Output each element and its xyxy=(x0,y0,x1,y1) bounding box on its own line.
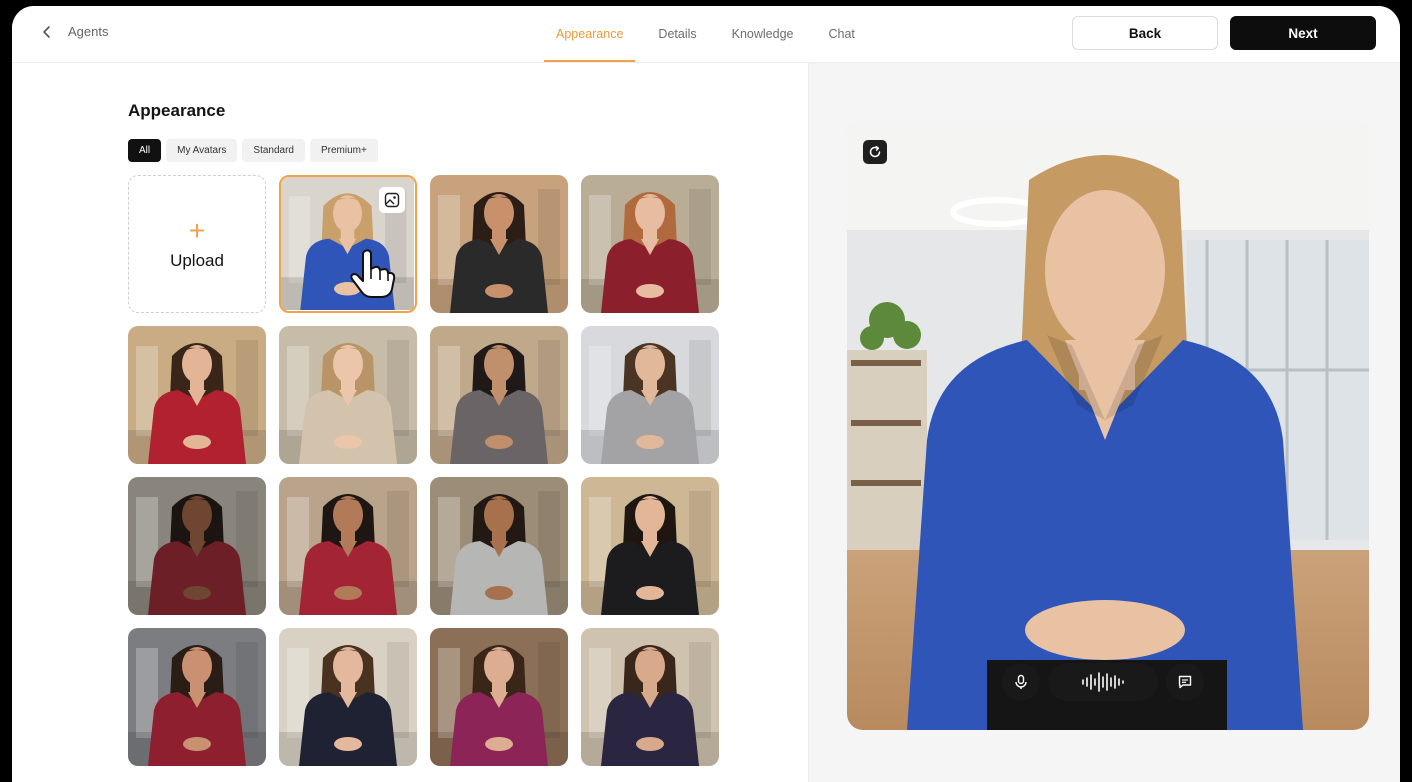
avatar-thumbnail xyxy=(581,628,719,766)
refresh-button[interactable] xyxy=(863,140,887,164)
section-title: Appearance xyxy=(128,101,226,120)
avatar-preview xyxy=(847,120,1369,730)
avatar-thumbnail xyxy=(128,628,266,766)
avatar-tile[interactable] xyxy=(581,175,719,313)
next-button[interactable]: Next xyxy=(1230,16,1376,50)
appearance-panel: Appearance All My Avatars Standard Premi… xyxy=(12,63,809,782)
tab-knowledge[interactable]: Knowledge xyxy=(720,6,806,62)
hand-pointer-icon xyxy=(350,249,396,298)
avatar-thumbnail xyxy=(279,477,417,615)
avatar-tile[interactable] xyxy=(128,628,266,766)
avatar-thumbnail xyxy=(581,326,719,464)
tab-appearance[interactable]: Appearance xyxy=(544,6,636,62)
tab-details[interactable]: Details xyxy=(646,6,708,62)
filter-my-avatars[interactable]: My Avatars xyxy=(166,139,238,162)
avatar-thumbnail xyxy=(430,175,568,313)
avatar-thumbnail xyxy=(279,628,417,766)
upload-label: Upload xyxy=(170,251,224,270)
avatar-tile[interactable] xyxy=(279,175,417,313)
avatar-tile[interactable] xyxy=(279,326,417,464)
microphone-icon xyxy=(1015,674,1027,689)
microphone-button[interactable] xyxy=(1002,663,1040,701)
avatar-thumbnail xyxy=(581,175,719,313)
voice-controls xyxy=(1002,663,1204,701)
filter-standard[interactable]: Standard xyxy=(242,139,305,162)
tab-chat[interactable]: Chat xyxy=(817,6,867,62)
avatar-tile[interactable] xyxy=(128,477,266,615)
refresh-icon xyxy=(869,145,881,158)
avatar-thumbnail xyxy=(279,326,417,464)
chat-bubble-icon xyxy=(1178,675,1192,689)
chat-button[interactable] xyxy=(1166,663,1204,701)
filter-chips: All My Avatars Standard Premium+ xyxy=(128,139,378,162)
avatar-thumbnail xyxy=(430,326,568,464)
avatar-tile[interactable] xyxy=(279,628,417,766)
chevron-left-icon xyxy=(43,25,50,38)
back-to-agents-link[interactable]: Agents xyxy=(40,24,108,39)
upload-avatar-button[interactable]: + Upload xyxy=(128,175,266,313)
filter-premium[interactable]: Premium+ xyxy=(310,139,378,162)
avatar-preview-image xyxy=(847,120,1369,730)
wizard-tabs: Appearance Details Knowledge Chat xyxy=(544,6,878,62)
back-link-label: Agents xyxy=(68,24,109,39)
voice-wave-button[interactable] xyxy=(1048,663,1158,701)
avatar-thumbnail xyxy=(128,326,266,464)
filter-all[interactable]: All xyxy=(128,139,162,162)
app-window: Agents Appearance Details Knowledge Chat… xyxy=(12,6,1400,782)
avatar-thumbnail xyxy=(128,477,266,615)
preview-panel xyxy=(809,63,1400,782)
image-gallery-button[interactable] xyxy=(379,187,405,213)
avatar-tile[interactable] xyxy=(430,477,568,615)
avatar-tile[interactable] xyxy=(581,326,719,464)
plus-icon: + xyxy=(188,215,206,246)
avatar-tile[interactable] xyxy=(430,628,568,766)
avatar-thumbnail xyxy=(430,477,568,615)
avatar-thumbnail xyxy=(430,628,568,766)
avatar-tile[interactable] xyxy=(581,628,719,766)
avatar-tile[interactable] xyxy=(430,175,568,313)
avatar-tile[interactable] xyxy=(581,477,719,615)
sound-wave-icon xyxy=(1082,672,1124,692)
avatar-tile[interactable] xyxy=(430,326,568,464)
avatar-tile[interactable] xyxy=(128,326,266,464)
back-button[interactable]: Back xyxy=(1072,16,1218,50)
image-icon xyxy=(384,192,400,208)
top-bar: Agents Appearance Details Knowledge Chat… xyxy=(12,6,1400,63)
avatar-thumbnail xyxy=(581,477,719,615)
avatar-tile[interactable] xyxy=(279,477,417,615)
